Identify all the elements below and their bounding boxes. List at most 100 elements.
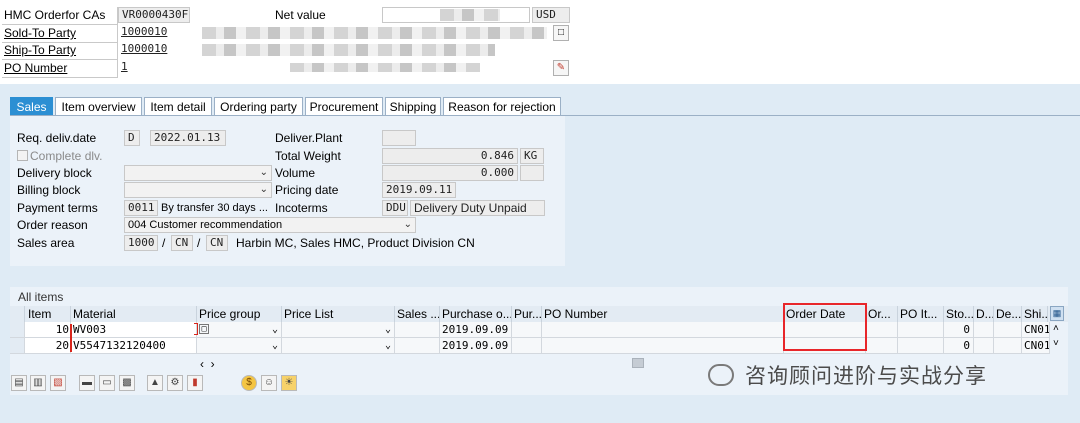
po-details-icon[interactable]: ✎ — [553, 60, 569, 76]
dist-channel-field[interactable]: CN — [171, 235, 193, 251]
scroll-left-icon[interactable]: ‹ — [200, 357, 204, 371]
details-icon[interactable]: ▤ — [11, 375, 27, 391]
chart-icon[interactable]: ▮ — [187, 375, 203, 391]
delivery-block-dropdown[interactable]: ⌄ — [124, 165, 272, 181]
column-header[interactable]: Shi... — [1022, 306, 1048, 322]
po-number-field[interactable]: 1 — [118, 60, 198, 76]
purchase-date-cell[interactable]: 2019.09.09 — [440, 322, 512, 338]
document-icon[interactable]: □ — [553, 25, 569, 41]
person-icon[interactable]: ☺ — [261, 375, 277, 391]
horizontal-scroll-arrows[interactable]: ‹ › — [200, 358, 230, 370]
price-group-cell[interactable]: ⌄ — [197, 338, 282, 354]
payment-terms-code[interactable]: 0011 — [124, 200, 158, 216]
po-item-cell[interactable] — [898, 322, 944, 338]
order-reason-dropdown[interactable]: 004 Customer recommendation ⌄ — [124, 217, 416, 233]
purchase-date-cell[interactable]: 2019.09.09 — [440, 338, 512, 354]
price-group-cell[interactable]: □ ⌄ — [197, 322, 282, 338]
column-header[interactable]: Purchase o... — [440, 306, 512, 322]
column-header[interactable]: De... — [994, 306, 1022, 322]
ship-to-label[interactable]: Ship-To Party — [2, 42, 118, 60]
table-settings-icon[interactable]: ▩ — [119, 375, 135, 391]
column-header[interactable]: Item — [25, 306, 71, 322]
shipping-point-cell[interactable]: CN01 — [1022, 322, 1050, 338]
order-number-field[interactable]: VR0000430F — [118, 7, 190, 23]
sto-cell[interactable]: 0 — [944, 338, 974, 354]
deselect-all-icon[interactable]: ▭ — [99, 375, 115, 391]
tab-shipping[interactable]: Shipping — [385, 97, 441, 116]
delete-row-icon[interactable]: ▧ — [50, 375, 66, 391]
d-cell[interactable] — [974, 322, 994, 338]
column-header[interactable]: D... — [974, 306, 994, 322]
price-list-cell[interactable]: ⌄ — [282, 322, 395, 338]
pur-cell[interactable] — [512, 338, 542, 354]
column-header[interactable]: Price List — [282, 306, 395, 322]
complete-dlv-checkbox[interactable] — [17, 150, 28, 161]
shipping-point-cell[interactable]: CN01 — [1022, 338, 1050, 354]
row-selector[interactable] — [10, 322, 25, 338]
table-row[interactable]: 20 V5547132120400 ⌄ ⌄ 2019.09.09 0 CN01 — [10, 338, 1050, 354]
item-cell[interactable]: 20 — [25, 338, 71, 354]
configuration-icon[interactable]: ⚙ — [167, 375, 183, 391]
column-header[interactable]: Sto... — [944, 306, 974, 322]
tab-ordering-party[interactable]: Ordering party — [214, 97, 303, 116]
sales-org-field[interactable]: 1000 — [124, 235, 158, 251]
po-item-cell[interactable] — [898, 338, 944, 354]
column-header[interactable]: Price group — [197, 306, 282, 322]
tab-procurement[interactable]: Procurement — [305, 97, 383, 116]
tab-item-overview[interactable]: Item overview — [55, 97, 142, 116]
pricing-icon[interactable]: $ — [241, 375, 257, 391]
req-deliv-date-field[interactable]: 2022.01.13 — [150, 130, 226, 146]
material-cell[interactable]: WV003 — [71, 322, 197, 338]
insert-row-icon[interactable]: ▥ — [30, 375, 46, 391]
or-cell[interactable] — [866, 322, 898, 338]
copy-icon[interactable]: □ — [199, 324, 209, 334]
billing-block-dropdown[interactable]: ⌄ — [124, 182, 272, 198]
item-conditions-icon[interactable]: ▲ — [147, 375, 163, 391]
select-all-icon[interactable]: ▬ — [79, 375, 95, 391]
sold-to-field[interactable]: 1000010 — [118, 25, 198, 41]
table-row[interactable]: 10 WV003 □ ⌄ ⌄ 2019.09.09 0 CN01 — [10, 322, 1050, 338]
tab-reason-for-rejection[interactable]: Reason for rejection — [443, 97, 561, 116]
deliver-plant-field[interactable] — [382, 130, 416, 146]
d-cell[interactable] — [974, 338, 994, 354]
or-cell[interactable] — [866, 338, 898, 354]
division-field[interactable]: CN — [206, 235, 228, 251]
sales-cell[interactable] — [395, 322, 440, 338]
horizontal-scroll-thumb[interactable] — [632, 358, 644, 368]
chevron-down-icon[interactable]: ⌄ — [385, 322, 391, 337]
column-header[interactable]: Or... — [866, 306, 898, 322]
pricing-date-field[interactable]: 2019.09.11 — [382, 182, 456, 198]
column-header[interactable]: Sales ... — [395, 306, 440, 322]
po-number-cell[interactable] — [542, 322, 784, 338]
tab-item-detail[interactable]: Item detail — [144, 97, 212, 116]
sold-to-label[interactable]: Sold-To Party — [2, 25, 118, 43]
de-cell[interactable] — [994, 338, 1022, 354]
po-number-label[interactable]: PO Number — [2, 60, 118, 78]
vertical-scrollbar[interactable]: ˄ ˅ — [1052, 323, 1064, 353]
scroll-up-icon[interactable]: ˄ — [1053, 323, 1059, 335]
bulb-icon[interactable]: ☀ — [281, 375, 297, 391]
po-number-cell[interactable] — [542, 338, 784, 354]
scroll-down-icon[interactable]: ˅ — [1053, 338, 1059, 350]
tab-sales[interactable]: Sales — [10, 97, 53, 116]
incoterms-code-field[interactable]: DDU — [382, 200, 408, 216]
column-header[interactable]: Pur... — [512, 306, 542, 322]
chevron-down-icon[interactable]: ⌄ — [385, 338, 391, 353]
sto-cell[interactable]: 0 — [944, 322, 974, 338]
item-cell[interactable]: 10 — [25, 322, 71, 338]
chevron-down-icon[interactable]: ⌄ — [272, 322, 278, 337]
column-settings-icon[interactable]: ▦ — [1050, 306, 1064, 321]
row-selector[interactable] — [10, 338, 25, 354]
scroll-right-icon[interactable]: › — [211, 357, 215, 371]
column-header[interactable]: PO Number — [542, 306, 784, 322]
incoterms-text-field[interactable]: Delivery Duty Unpaid — [410, 200, 545, 216]
material-cell[interactable]: V5547132120400 — [71, 338, 197, 354]
column-header[interactable]: Material — [71, 306, 197, 322]
column-header[interactable]: PO It... — [898, 306, 944, 322]
de-cell[interactable] — [994, 322, 1022, 338]
req-deliv-type-field[interactable]: D — [124, 130, 140, 146]
ship-to-field[interactable]: 1000010 — [118, 42, 198, 58]
pur-cell[interactable] — [512, 322, 542, 338]
price-list-cell[interactable]: ⌄ — [282, 338, 395, 354]
sales-cell[interactable] — [395, 338, 440, 354]
